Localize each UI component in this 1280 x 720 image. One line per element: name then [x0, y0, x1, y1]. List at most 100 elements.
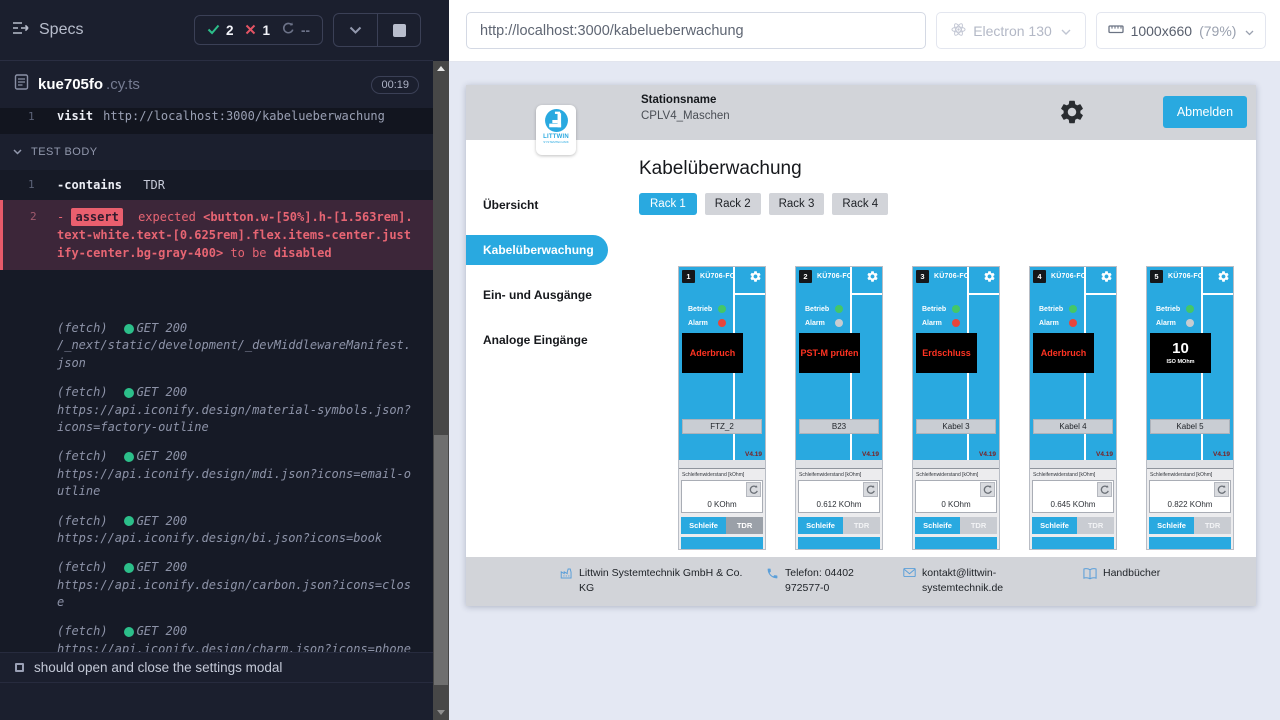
card-gear-icon[interactable]: [749, 270, 762, 283]
alarm-led-label: Alarm: [688, 320, 715, 327]
logout-button[interactable]: Abmelden: [1163, 96, 1247, 128]
card-module: 1KÜ706-FOBetriebAlarmAderbruchFTZ_2V4.19: [679, 267, 765, 460]
nav-item-analoge-eingänge[interactable]: Analoge Eingänge: [466, 317, 618, 362]
card-module: 3KÜ706-FOBetriebAlarmErdschlussKabel 3V4…: [913, 267, 999, 460]
nav-item-kabelüberwachung[interactable]: Kabelüberwachung: [466, 235, 608, 265]
scrollbar-thumb[interactable]: [434, 435, 448, 685]
littwin-logo-icon: [544, 108, 569, 133]
refresh-button[interactable]: [1214, 482, 1229, 497]
assert-expected: expected: [138, 210, 196, 224]
nav-item-ein-und-ausgänge[interactable]: Ein- und Ausgänge: [466, 272, 618, 317]
reporter-header: Specs 2 1 --: [0, 0, 433, 61]
station-label: Stationsname: [641, 94, 730, 106]
refresh-button[interactable]: [863, 482, 878, 497]
schleife-button[interactable]: Schleife: [1149, 517, 1194, 534]
fetch-log-entry[interactable]: (fetch)GET 200https://api.iconify.design…: [0, 507, 433, 554]
url-input[interactable]: [480, 23, 912, 39]
app-header: LITTWIN SYSTEMTECHNIK Stationsname CPLV4…: [466, 85, 1256, 140]
rack-tab-4[interactable]: Rack 4: [832, 193, 888, 215]
card-gear-icon[interactable]: [1100, 270, 1113, 283]
stop-button[interactable]: [377, 14, 420, 46]
alarm-led: [1186, 319, 1194, 327]
success-dot-icon: [124, 388, 134, 398]
cypress-reporter: Specs 2 1 --: [0, 0, 433, 720]
betrieb-led-row: Betrieb: [1156, 305, 1194, 313]
collapse-button[interactable]: [334, 14, 377, 46]
footer-mail-text: kontakt@littwin-systemtechnik.de: [922, 566, 1052, 596]
scroll-down-arrow-icon[interactable]: [437, 710, 445, 715]
assert-state: disabled: [274, 246, 332, 260]
fetch-label: (fetch): [57, 448, 108, 465]
rack-tab-3[interactable]: Rack 3: [769, 193, 825, 215]
refresh-button[interactable]: [980, 482, 995, 497]
card-gear-icon[interactable]: [983, 270, 996, 283]
fetch-log-entry[interactable]: (fetch)GET 200https://api.iconify.design…: [0, 378, 433, 442]
loop-resistance-label: Schleifenwiderstand [kOhm]: [1149, 471, 1231, 480]
spec-header[interactable]: kue705fo .cy.ts 00:19: [0, 61, 433, 108]
assert-error-row[interactable]: 2 - assert expected <button.w-[50%].h-[1…: [0, 200, 433, 270]
specs-label: Specs: [39, 21, 83, 39]
settings-gear-icon[interactable]: [1058, 98, 1086, 126]
rack-tab-2[interactable]: Rack 2: [705, 193, 761, 215]
spec-file-icon: [14, 74, 29, 95]
card-gear-icon[interactable]: [1217, 270, 1230, 283]
card-model-label: KÜ706-FO: [700, 273, 735, 280]
reporter-scrollbar[interactable]: [433, 0, 449, 720]
station-info: Stationsname CPLV4_Maschen: [641, 94, 730, 122]
refresh-button[interactable]: [746, 482, 761, 497]
loop-resistance-panel: Schleifenwiderstand [kOhm]0 KOhmSchleife…: [679, 468, 765, 549]
card-gear-icon[interactable]: [866, 270, 879, 283]
browser-pane: Electron 130 1000x660 (79%) LITTWIN SYST…: [449, 0, 1280, 720]
pending-test-row[interactable]: should open and close the settings modal: [0, 652, 433, 683]
test-body-header[interactable]: TEST BODY: [0, 134, 433, 170]
tdr-button[interactable]: TDR: [960, 517, 997, 534]
card-bottom-bar: [798, 537, 880, 549]
fetch-log: (fetch)GET 200/_next/static/development/…: [0, 314, 433, 652]
fetch-log-entry[interactable]: (fetch)GET 200https://api.iconify.design…: [0, 442, 433, 506]
resistance-value: 0 KOhm: [916, 500, 996, 509]
fetch-log-entry[interactable]: (fetch)GET 200https://api.iconify.design…: [0, 553, 433, 617]
refresh-button[interactable]: [1097, 482, 1112, 497]
fetch-entry-head: (fetch)GET 200: [57, 623, 417, 640]
nav-item-übersicht[interactable]: Übersicht: [466, 182, 618, 227]
visit-command-row[interactable]: 1 visithttp://localhost:3000/kabelueberw…: [0, 108, 433, 134]
contains-command-row[interactable]: 1 -contains TDR: [0, 170, 433, 200]
fetch-label: (fetch): [57, 384, 108, 401]
tdr-button[interactable]: TDR: [843, 517, 880, 534]
betrieb-led-label: Betrieb: [688, 306, 715, 313]
fetch-log-entry[interactable]: (fetch)GET 200https://api.iconify.design…: [0, 617, 433, 652]
tdr-button[interactable]: TDR: [1077, 517, 1114, 534]
card-module: 5KÜ706-FOBetriebAlarm10ISO MOhmKabel 5V4…: [1147, 267, 1233, 460]
command-log: 1 -contains TDR 2 - assert expected <but…: [0, 170, 433, 652]
display-value: 10: [1172, 341, 1189, 356]
spec-name: kue705fo: [38, 76, 103, 93]
footer-book-item[interactable]: Handbücher: [1083, 566, 1223, 585]
status-leds: Betrieb Alarm: [688, 305, 726, 333]
specs-menu[interactable]: Specs: [12, 21, 83, 40]
schleife-button[interactable]: Schleife: [915, 517, 960, 534]
viewport-select[interactable]: 1000x660 (79%): [1096, 12, 1266, 49]
schleife-button[interactable]: Schleife: [1032, 517, 1077, 534]
success-dot-icon: [124, 516, 134, 526]
footer-phone-item: Telefon: 04402 972577-0: [766, 566, 885, 596]
loop-resistance-panel: Schleifenwiderstand [kOhm]0.645 KOhmSchl…: [1030, 468, 1116, 549]
scroll-up-arrow-icon[interactable]: [437, 66, 445, 71]
success-dot-icon: [124, 627, 134, 637]
browser-select[interactable]: Electron 130: [936, 12, 1086, 49]
tdr-button[interactable]: TDR: [1194, 517, 1231, 534]
schleife-button[interactable]: Schleife: [798, 517, 843, 534]
betrieb-led-label: Betrieb: [805, 306, 832, 313]
fetch-log-entry[interactable]: (fetch)GET 200/_next/static/development/…: [0, 314, 433, 378]
electron-icon: [951, 22, 966, 40]
schleife-button[interactable]: Schleife: [681, 517, 726, 534]
card-cable-label: FTZ_2: [682, 419, 762, 434]
rack-tab-1[interactable]: Rack 1: [639, 193, 697, 215]
tdr-button[interactable]: TDR: [726, 517, 763, 534]
module-divider-line: [850, 293, 882, 295]
card-firmware-version: V4.19: [745, 451, 762, 458]
fetch-entry-head: (fetch)GET 200: [57, 513, 417, 530]
card-model-label: KÜ706-FO: [1051, 273, 1086, 280]
fetch-status: GET 200: [137, 320, 188, 337]
scrollbar-track[interactable]: [433, 61, 449, 720]
visit-url: http://localhost:3000/kabelueberwachung: [103, 109, 385, 123]
